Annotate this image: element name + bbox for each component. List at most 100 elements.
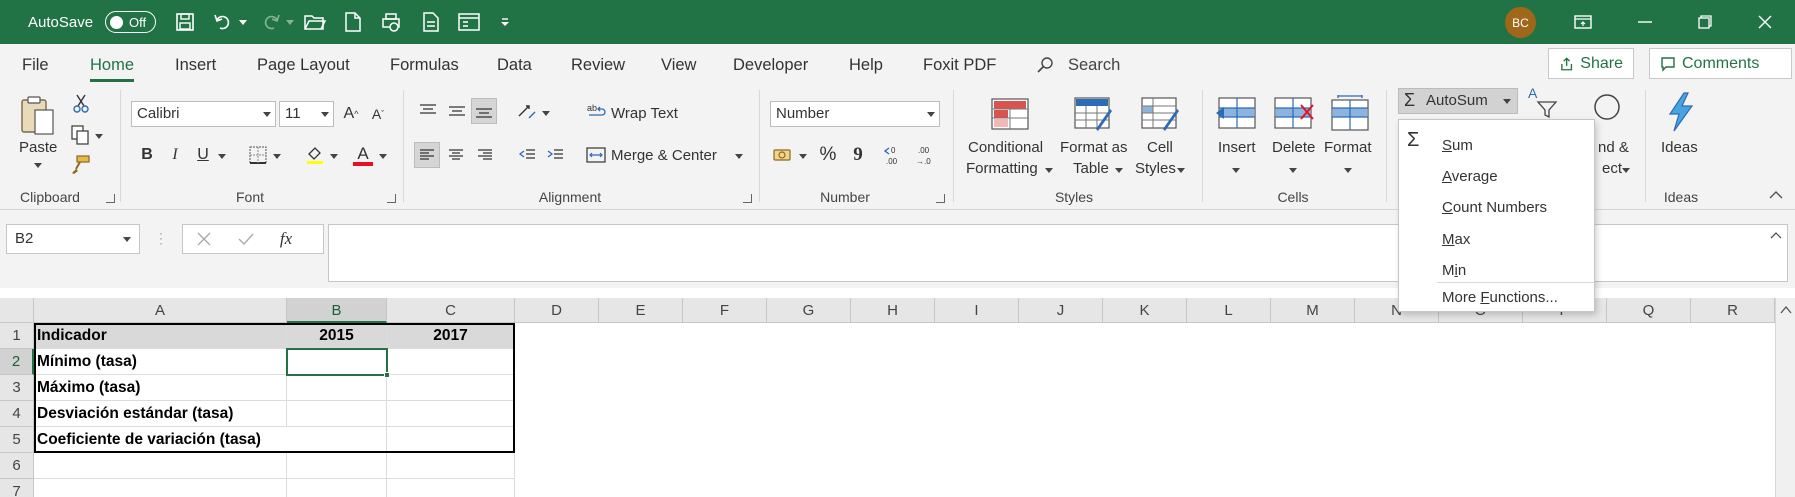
wrap-text-button[interactable]: Wrap Text [611,105,678,122]
styles-label[interactable]: Styles [1135,160,1176,177]
user-avatar[interactable]: BC [1505,7,1536,38]
increase-indent-icon[interactable] [542,142,568,168]
delete-cells-icon[interactable] [1272,96,1316,132]
conditional-dropdown-icon[interactable] [1043,166,1055,174]
new-file-icon[interactable] [340,0,366,44]
formatting-label[interactable]: Formatting [966,160,1038,177]
ribbon-display-icon[interactable] [1570,0,1596,44]
format-label[interactable]: Format [1324,139,1372,156]
menu-item-sum[interactable]: Sum [1442,136,1473,156]
accounting-format-icon[interactable] [771,142,797,168]
open-folder-icon[interactable] [302,0,328,44]
bold-button[interactable]: B [134,142,160,168]
ideas-icon[interactable] [1662,92,1698,132]
name-box[interactable]: B2 [6,224,140,254]
cell-label[interactable]: Cell [1147,139,1173,156]
worksheet-grid[interactable]: A B C D E F G H I J K L M N O P Q R 1 2 … [0,298,1795,497]
cell-c4[interactable] [387,401,515,427]
cell-a5[interactable]: Coeficiente de variación (tasa) [34,427,287,453]
conditional-formatting-icon[interactable] [990,96,1030,132]
scroll-up-icon[interactable] [1780,306,1792,314]
format-as-table-icon[interactable] [1073,96,1115,134]
search-box[interactable]: Search [1068,54,1120,76]
format-as-label[interactable]: Format as [1060,139,1128,156]
orientation-icon[interactable] [514,98,540,124]
cell-c5[interactable] [387,427,515,453]
fill-handle[interactable] [384,372,390,378]
increase-decimal-icon[interactable]: 0.00 [883,142,909,168]
customize-toolbar-icon[interactable] [498,0,512,44]
font-color-dropdown-icon[interactable] [377,152,389,160]
share-button[interactable]: Share [1548,48,1634,79]
tab-foxit-pdf[interactable]: Foxit PDF [923,54,996,76]
menu-item-average[interactable]: Average [1442,167,1498,187]
confirm-entry-icon[interactable] [235,228,257,250]
format-dropdown-icon[interactable] [1342,166,1354,174]
font-launcher-icon[interactable] [387,194,396,203]
save-icon[interactable] [172,0,198,44]
decrease-indent-icon[interactable] [514,142,540,168]
formula-bar-grip-icon[interactable]: ⋮ [154,227,168,249]
paste-dropdown-icon[interactable] [31,160,45,170]
cell-b6[interactable] [287,453,387,479]
merge-dropdown-icon[interactable] [733,152,745,160]
find-select-label-partial[interactable]: nd & [1598,139,1629,156]
font-name-select[interactable]: Calibri [131,101,276,127]
format-cells-icon[interactable] [1327,94,1371,132]
align-center-icon[interactable] [443,142,469,168]
vertical-scrollbar[interactable] [1775,298,1795,497]
autosum-button[interactable]: Σ AutoSum [1398,88,1518,114]
restore-icon[interactable] [1692,0,1718,44]
format-painter-icon[interactable] [68,154,92,176]
cell-b1[interactable]: 2015 [287,323,387,349]
tab-view[interactable]: View [661,54,696,76]
bottom-align-icon[interactable] [471,98,497,124]
cell-a7[interactable] [34,479,287,497]
delete-label[interactable]: Delete [1272,139,1315,156]
merge-center-button[interactable]: Merge & Center [611,147,717,164]
ideas-label[interactable]: Ideas [1661,139,1698,156]
cell-c3[interactable] [387,375,515,401]
minimize-icon[interactable] [1632,0,1658,44]
font-color-icon[interactable]: A [350,142,376,168]
cell-b4[interactable] [287,401,387,427]
cell-area[interactable]: Indicador 2015 2017 Mínimo (tasa) Máximo… [0,298,1775,497]
underline-button[interactable]: U [190,142,216,168]
table-label[interactable]: Table [1073,160,1109,177]
find-select-dropdown-icon[interactable] [1620,166,1632,174]
tab-developer[interactable]: Developer [733,54,808,76]
decrease-decimal-icon[interactable]: .00 →.0 [913,142,939,168]
increase-font-size-icon[interactable]: A ^ [338,101,364,127]
menu-item-min[interactable]: Min [1442,261,1466,281]
tab-home[interactable]: Home [90,54,135,82]
alignment-launcher-icon[interactable] [743,194,752,203]
cell-a3[interactable]: Máximo (tasa) [34,375,287,401]
decrease-font-size-icon[interactable]: Aˇ [365,101,391,127]
tab-help[interactable]: Help [849,54,883,76]
collapse-formula-bar-icon[interactable] [1769,229,1783,241]
delete-dropdown-icon[interactable] [1287,166,1299,174]
wrap-text-icon[interactable]: ab [586,100,608,122]
paste-label[interactable]: Paste [19,139,57,156]
menu-item-count-numbers[interactable]: Count Numbers [1442,198,1547,218]
cell-a1[interactable]: Indicador [34,323,287,349]
tab-formulas[interactable]: Formulas [390,54,459,76]
accounting-dropdown-icon[interactable] [797,152,809,160]
cell-styles-icon[interactable] [1140,96,1182,134]
top-align-icon[interactable] [415,98,441,124]
borders-icon[interactable] [245,142,271,168]
undo-dropdown-icon[interactable] [237,0,249,44]
menu-item-max[interactable]: Max [1442,230,1470,250]
window-icon[interactable] [456,0,482,44]
copy-dropdown-icon[interactable] [93,131,105,141]
undo-icon[interactable] [210,0,236,44]
cell-a6[interactable] [34,453,287,479]
align-left-icon[interactable] [414,142,440,168]
cell-b3[interactable] [287,375,387,401]
insert-cells-icon[interactable] [1214,96,1258,132]
cell-b7[interactable] [287,479,387,497]
clipboard-launcher-icon[interactable] [106,194,115,203]
fill-color-dropdown-icon[interactable] [328,152,340,160]
insert-function-icon[interactable]: fx [271,227,301,251]
sort-filter-icon[interactable]: A [1526,84,1558,118]
